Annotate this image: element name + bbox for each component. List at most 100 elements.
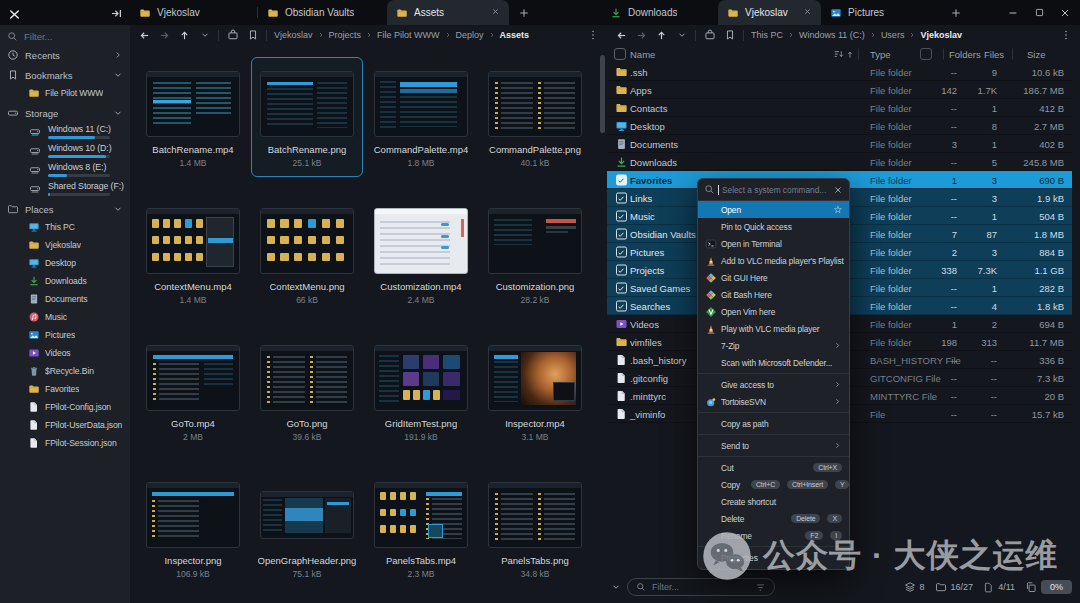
file-row-desktop[interactable]: DesktopFile folder--82.7 MB bbox=[607, 117, 1072, 135]
chevron-down-icon[interactable] bbox=[113, 70, 123, 80]
breadcrumb-segment[interactable]: Users bbox=[881, 30, 905, 40]
file-row-documents[interactable]: DocumentsFile folder31402 B bbox=[607, 135, 1072, 153]
sidebar-collapse-icon[interactable] bbox=[110, 6, 123, 24]
menu-item-send-to[interactable]: Send to bbox=[698, 437, 849, 454]
breadcrumb-segment[interactable]: Windows 11 (C:) bbox=[799, 30, 865, 40]
tab-pictures[interactable]: Pictures bbox=[821, 0, 941, 25]
history-dropdown-icon[interactable] bbox=[195, 27, 214, 43]
back-button[interactable] bbox=[135, 27, 154, 43]
bookmark-icon[interactable] bbox=[720, 27, 739, 43]
sidebar-item-file-pilot-www[interactable]: File Pilot WWW bbox=[0, 84, 130, 102]
menu-item-tortoisesvn[interactable]: TortoiseSVN bbox=[698, 393, 849, 410]
sidebar-section-places[interactable]: Places bbox=[0, 200, 130, 218]
grid-item-griditemtest-png[interactable]: GridItemTest.png191.9 kB bbox=[365, 331, 477, 451]
row-checkbox[interactable] bbox=[616, 265, 627, 276]
tab-close-icon[interactable] bbox=[491, 7, 500, 18]
file-row-downloads[interactable]: DownloadsFile folder--5245.8 MB bbox=[607, 153, 1072, 171]
file-row-apps[interactable]: AppsFile folder1421.7K186.7 MB bbox=[607, 81, 1072, 99]
menu-item-scan-with-microsoft-defender[interactable]: Scan with Microsoft Defender... bbox=[698, 354, 849, 371]
sidebar-item-shared-storage-f[interactable]: Shared Storage (F:) bbox=[0, 179, 130, 198]
sidebar-section-recents[interactable]: Recents bbox=[0, 46, 130, 64]
minimize-button[interactable] bbox=[1000, 0, 1026, 25]
menu-item-play-with-vlc-media-player[interactable]: Play with VLC media player bbox=[698, 320, 849, 337]
sidebar-section-bookmarks[interactable]: Bookmarks bbox=[0, 66, 130, 84]
command-search-input[interactable]: Select a system command... bbox=[698, 179, 849, 201]
scrollbar-thumb[interactable] bbox=[600, 55, 605, 133]
sidebar-section-storage[interactable]: Storage bbox=[0, 104, 130, 122]
row-checkbox[interactable] bbox=[616, 301, 627, 312]
grid-item-opengraphheader-png[interactable]: OpenGraphHeader.png75.1 kB bbox=[251, 468, 363, 588]
row-checkbox[interactable] bbox=[616, 247, 627, 258]
sidebar-item-pictures[interactable]: Pictures bbox=[0, 326, 130, 344]
bookmark-icon[interactable] bbox=[243, 27, 262, 43]
menu-item-delete[interactable]: DeleteDeleteX bbox=[698, 510, 849, 527]
sidebar-item-fpilot-session-json[interactable]: FPilot-Session.json bbox=[0, 434, 130, 452]
row-checkbox[interactable] bbox=[616, 193, 627, 204]
menu-item-7-zip[interactable]: 7-Zip bbox=[698, 337, 849, 354]
file-row-ssh[interactable]: .sshFile folder--910.6 kB bbox=[607, 63, 1072, 81]
sidebar-item-fpilot-userdata-json[interactable]: FPilot-UserData.json bbox=[0, 416, 130, 434]
chevron-down-icon[interactable] bbox=[113, 204, 123, 214]
row-checkbox[interactable] bbox=[616, 229, 627, 240]
panel-menu-icon[interactable] bbox=[1056, 27, 1075, 43]
row-checkbox[interactable] bbox=[616, 283, 627, 294]
sidebar-item-recycle-bin[interactable]: $Recycle.Bin bbox=[0, 362, 130, 380]
menu-item-pin-to-quick-access[interactable]: Pin to Quick access bbox=[698, 218, 849, 235]
column-files[interactable]: Files bbox=[984, 49, 1004, 60]
sidebar-item-videos[interactable]: Videos bbox=[0, 344, 130, 362]
type-filter-box[interactable] bbox=[920, 48, 932, 60]
row-checkbox[interactable] bbox=[616, 211, 627, 222]
sidebar-item-desktop[interactable]: Desktop bbox=[0, 254, 130, 272]
panel-menu-icon[interactable] bbox=[583, 27, 602, 43]
breadcrumb-segment[interactable]: File Pilot WWW bbox=[377, 30, 440, 40]
grid-item-inspector-png[interactable]: Inspector.png106.9 kB bbox=[137, 468, 249, 588]
row-checkbox[interactable] bbox=[616, 175, 627, 186]
column-name[interactable]: Name bbox=[630, 49, 655, 60]
sidebar-item-music[interactable]: Music bbox=[0, 308, 130, 326]
sidebar-item-documents[interactable]: Documents bbox=[0, 290, 130, 308]
grid-item-contextmenu-png[interactable]: ContextMenu.png66 kB bbox=[251, 194, 363, 314]
tab-vjekoslav[interactable]: Vjekoslav bbox=[718, 0, 821, 25]
menu-item-copy[interactable]: CopyCtrl+CCtrl+InsertY bbox=[698, 476, 849, 493]
close-icon[interactable] bbox=[833, 185, 843, 195]
vault-icon[interactable] bbox=[700, 27, 719, 43]
menu-item-give-access-to[interactable]: Give access to bbox=[698, 376, 849, 393]
tab-downloads[interactable]: Downloads bbox=[601, 0, 718, 25]
sidebar-item-this-pc[interactable]: This PC bbox=[0, 218, 130, 236]
sidebar-item-downloads[interactable]: Downloads bbox=[0, 272, 130, 290]
grid-item-panelstabs-mp4[interactable]: PanelsTabs.mp42.3 MB bbox=[365, 468, 477, 588]
maximize-button[interactable] bbox=[1026, 0, 1052, 25]
menu-item-add-to-vlc-media-player-s-playlist[interactable]: Add to VLC media player's Playlist bbox=[698, 252, 849, 269]
grid-item-panelstabs-png[interactable]: PanelsTabs.png34.8 kB bbox=[479, 468, 591, 588]
favorite-star-icon[interactable]: ☆ bbox=[833, 205, 842, 215]
grid-item-commandpalette-png[interactable]: CommandPalette.png40.1 kB bbox=[479, 57, 591, 177]
history-dropdown-icon[interactable] bbox=[672, 27, 691, 43]
breadcrumb-segment[interactable]: Vjekoslav bbox=[920, 30, 962, 40]
grid-item-contextmenu-mp4[interactable]: ContextMenu.mp41.4 MB bbox=[137, 194, 249, 314]
grid-item-customization-mp4[interactable]: Customization.mp42.4 MB bbox=[365, 194, 477, 314]
sidebar-item-windows-11-c[interactable]: Windows 11 (C:) bbox=[0, 122, 130, 141]
grid-item-goto-mp4[interactable]: GoTo.mp42 MB bbox=[137, 331, 249, 451]
filter-options-icon[interactable] bbox=[755, 582, 766, 593]
breadcrumb-segment[interactable]: Deploy bbox=[456, 30, 484, 40]
grid-item-inspector-mp4[interactable]: Inspector.mp43.1 MB bbox=[479, 331, 591, 451]
new-tab-button[interactable] bbox=[509, 0, 539, 25]
sidebar-item-vjekoslav[interactable]: Vjekoslav bbox=[0, 236, 130, 254]
column-size[interactable]: Size bbox=[1027, 49, 1045, 60]
breadcrumb-segment[interactable]: Vjekoslav bbox=[274, 30, 313, 40]
vault-icon[interactable] bbox=[223, 27, 242, 43]
menu-item-copy-as-path[interactable]: Copy as path bbox=[698, 415, 849, 432]
breadcrumb-segment[interactable]: This PC bbox=[751, 30, 783, 40]
sidebar-filter-input[interactable]: Filter... bbox=[0, 28, 130, 44]
menu-item-open-in-terminal[interactable]: Open in Terminal bbox=[698, 235, 849, 252]
grid-item-batchrename-png[interactable]: BatchRename.png25.1 kB bbox=[251, 57, 363, 177]
sidebar-item-windows-10-d[interactable]: Windows 10 (D:) bbox=[0, 141, 130, 160]
up-button[interactable] bbox=[652, 27, 671, 43]
up-button[interactable] bbox=[175, 27, 194, 43]
sidebar-item-windows-8-e[interactable]: Windows 8 (E:) bbox=[0, 160, 130, 179]
tab-vjekoslav[interactable]: Vjekoslav bbox=[130, 0, 257, 25]
select-all-checkbox[interactable] bbox=[614, 48, 626, 60]
column-type[interactable]: Type bbox=[870, 49, 891, 60]
file-row-contacts[interactable]: ContactsFile folder--1412 B bbox=[607, 99, 1072, 117]
grid-item-goto-png[interactable]: GoTo.png39.6 kB bbox=[251, 331, 363, 451]
